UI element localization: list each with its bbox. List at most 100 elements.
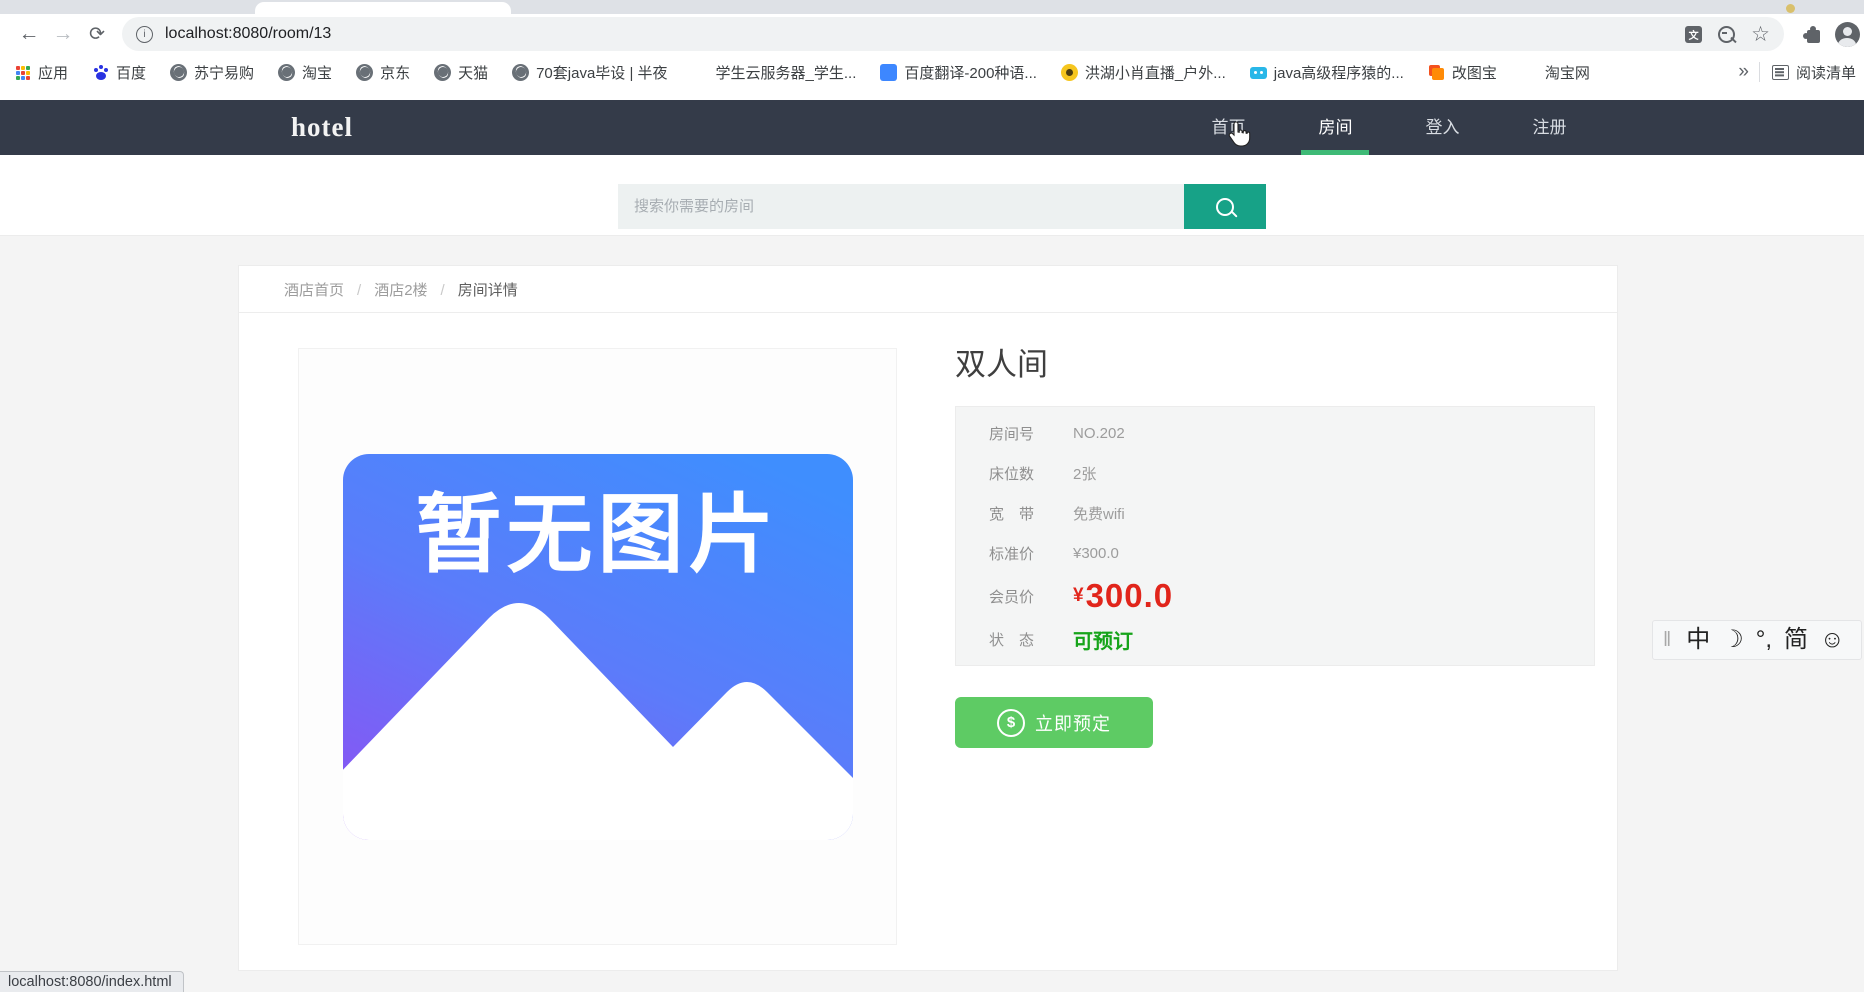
reserve-button[interactable]: $ 立即预定	[955, 697, 1153, 749]
search-button[interactable]	[1184, 184, 1266, 229]
detail-value: 免费wifi	[1073, 505, 1125, 523]
bookmark-star-icon[interactable]: ☆	[1751, 24, 1770, 45]
breadcrumb-item[interactable]: 酒店首页	[284, 279, 344, 300]
reading-list-button[interactable]: 阅读清单	[1771, 62, 1856, 83]
bookmark-item[interactable]: 苏宁易购	[170, 62, 254, 83]
search-section	[0, 155, 1864, 235]
pic-icon	[1428, 64, 1445, 81]
bookmark-item[interactable]: java高级程序猿的...	[1249, 62, 1404, 83]
ime-drag-handle[interactable]: ‖	[1663, 629, 1671, 652]
ime-toolbar: ‖ 中 ☽ °, 简 ☺	[1652, 620, 1862, 660]
bookmarks-bar: 应用 百度 苏宁易购 淘宝 京东 天猫 70套java毕设 | 半夜 学生云服务…	[0, 54, 1864, 90]
bookmark-label: java高级程序猿的...	[1273, 64, 1404, 82]
extensions-button[interactable]	[1796, 17, 1830, 51]
search-bar	[618, 184, 1266, 229]
globe-icon	[434, 63, 452, 81]
forward-icon: →	[52, 22, 74, 45]
bookmarks-separator	[1758, 62, 1760, 82]
detail-value: NO.202	[1073, 424, 1125, 442]
no-image-placeholder: 暂无图片	[342, 453, 853, 840]
bookmark-item[interactable]: 天猫	[434, 62, 488, 83]
bookmark-item[interactable]: 百度翻译-200种语...	[880, 62, 1037, 83]
bookmark-item[interactable]: 学生云服务器_学生...	[692, 62, 857, 83]
detail-row: 标准价 ¥300.0	[956, 533, 1594, 573]
site-header: hotel 首页 房间 登入 注册	[0, 100, 1864, 155]
bookmark-item[interactable]: 淘宝网	[1521, 62, 1590, 83]
bookmark-label: 淘宝	[302, 64, 333, 82]
nav-item[interactable]: 注册	[1496, 100, 1603, 155]
breadcrumb-item[interactable]: 房间详情	[428, 279, 518, 300]
detail-value: 可预订	[1073, 630, 1133, 653]
bookmark-item[interactable]: 70套java毕设 | 半夜	[512, 62, 668, 83]
reading-list-label: 阅读清单	[1795, 64, 1856, 82]
detail-currency: ¥	[1073, 585, 1084, 607]
reload-icon: ⟳	[89, 23, 105, 45]
puzzle-icon	[1802, 25, 1820, 43]
nav-item[interactable]: 房间	[1282, 100, 1389, 155]
bookmark-label: 天猫	[458, 64, 489, 82]
bookmark-item[interactable]: 京东	[356, 62, 410, 83]
ime-toolbar-item[interactable]: 中	[1686, 628, 1710, 652]
detail-row: 房间号 NO.202	[956, 413, 1594, 453]
baidu-icon	[92, 64, 109, 81]
site-info-icon[interactable]: i	[136, 25, 153, 43]
translate-icon[interactable]: 文	[1685, 25, 1703, 43]
bookmark-label: 洪湖小肖直播_户外...	[1084, 64, 1226, 82]
room-title: 双人间	[955, 347, 1048, 382]
detail-label: 宽 带	[989, 505, 1035, 523]
url-text[interactable]: localhost:8080/room/13	[165, 25, 331, 43]
bookmark-label: 学生云服务器_学生...	[715, 64, 857, 82]
detail-value: ¥300.0	[1073, 544, 1119, 562]
back-icon: ←	[18, 22, 40, 45]
cloud-icon	[692, 64, 709, 81]
globe-icon	[356, 63, 374, 81]
site-logo[interactable]: hotel	[291, 100, 353, 155]
globe-icon	[170, 63, 188, 81]
breadcrumb: 酒店首页 酒店2楼 房间详情	[239, 266, 1617, 313]
tab-strip	[0, 0, 1864, 14]
profile-button[interactable]	[1830, 17, 1864, 51]
nav-item[interactable]: 首页	[1175, 100, 1282, 155]
bookmark-item[interactable]: 改图宝	[1428, 62, 1497, 83]
browser-toolbar: ← → ⟳ i localhost:8080/room/13 文 ☆	[0, 14, 1864, 54]
reading-list-icon	[1771, 64, 1789, 80]
reload-button[interactable]: ⟳	[80, 17, 114, 51]
ime-toolbar-item[interactable]: 简	[1784, 628, 1808, 652]
detail-label: 房间号	[989, 425, 1035, 443]
globe-icon	[278, 63, 296, 81]
bookmark-label: 应用	[38, 64, 69, 82]
zoom-out-icon[interactable]	[1718, 25, 1736, 43]
nav-item[interactable]: 登入	[1389, 100, 1496, 155]
search-input[interactable]	[618, 184, 1184, 229]
bookmark-label: 苏宁易购	[194, 64, 255, 82]
room-details-panel: 房间号 NO.202 床位数 2张 宽 带 免费wifi 标准价 ¥300.0 …	[955, 406, 1595, 667]
ime-toolbar-item[interactable]: ☽	[1722, 628, 1744, 652]
breadcrumb-item[interactable]: 酒店2楼	[344, 279, 427, 300]
bookmark-label: 京东	[380, 64, 411, 82]
browser-window: ← → ⟳ i localhost:8080/room/13 文 ☆ 应用 百度	[0, 0, 1864, 992]
detail-row: 会员价 ¥ 300.0	[956, 573, 1594, 619]
bookmarks-overflow-chevron[interactable]: »	[1728, 61, 1759, 83]
room-image-frame: 暂无图片	[298, 348, 897, 945]
bookmark-item[interactable]: 淘宝	[278, 62, 332, 83]
back-button[interactable]: ←	[12, 17, 46, 51]
live-icon	[1060, 63, 1078, 81]
ime-toolbar-item[interactable]: °,	[1756, 628, 1772, 652]
detail-label: 床位数	[989, 465, 1035, 483]
active-tab[interactable]	[255, 2, 511, 14]
site-nav: 首页 房间 登入 注册	[1175, 100, 1603, 155]
bookmark-label: 百度	[116, 64, 147, 82]
address-bar[interactable]: i localhost:8080/room/13 文 ☆	[122, 17, 1784, 51]
forward-button[interactable]: →	[46, 17, 80, 51]
window-control-dot	[1786, 4, 1795, 13]
bookmark-item[interactable]: 百度	[92, 62, 146, 83]
bookmark-label: 70套java毕设 | 半夜	[536, 64, 668, 82]
bookmark-item[interactable]: 应用	[14, 62, 68, 83]
detail-value: 300.0	[1085, 577, 1174, 615]
avatar-icon	[1834, 21, 1860, 47]
ime-toolbar-item[interactable]: ☺	[1820, 628, 1845, 652]
globe-icon	[512, 63, 530, 81]
apps-icon	[14, 64, 31, 81]
bookmark-label: 淘宝网	[1544, 64, 1590, 82]
bookmark-item[interactable]: 洪湖小肖直播_户外...	[1060, 62, 1226, 83]
